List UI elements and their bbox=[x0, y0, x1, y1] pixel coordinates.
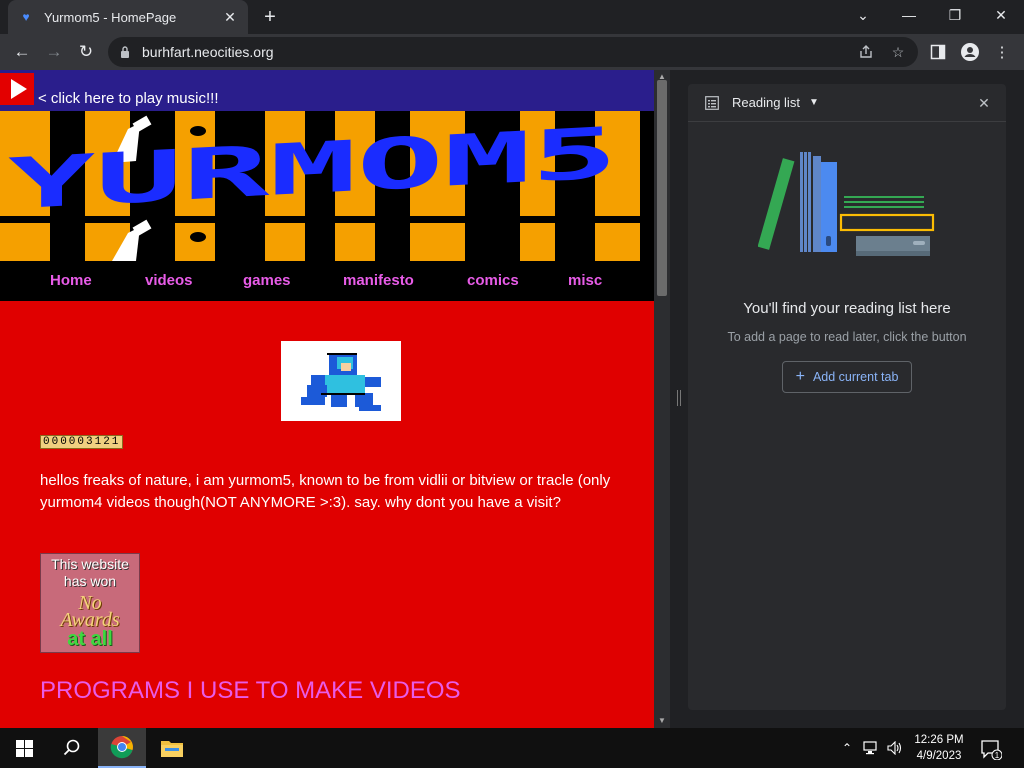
site-nav: Home videos games manifesto comics misc bbox=[0, 261, 654, 301]
taskbar-clock[interactable]: 12:26 PM 4/9/2023 bbox=[904, 732, 974, 764]
tab-title: Yurmom5 - HomePage bbox=[44, 9, 177, 25]
nav-manifesto-link[interactable]: manifesto bbox=[343, 272, 414, 289]
bookmark-star-icon[interactable]: ☆ bbox=[888, 42, 908, 62]
notification-center-icon[interactable]: 1 bbox=[978, 736, 1004, 762]
new-tab-button[interactable]: + bbox=[258, 5, 282, 29]
plus-icon: + bbox=[795, 368, 805, 385]
nav-home-link[interactable]: Home bbox=[50, 272, 92, 289]
empty-state-subtitle: To add a page to read later, click the b… bbox=[727, 330, 967, 344]
reading-list-panel: Reading list ▼ ✕ You'll find your readin… bbox=[688, 84, 1006, 710]
back-button[interactable]: ← bbox=[8, 38, 36, 66]
dropdown-caret-icon[interactable]: ▼ bbox=[808, 95, 820, 109]
notification-count: 1 bbox=[995, 751, 1000, 760]
network-icon[interactable] bbox=[862, 740, 880, 756]
clock-date: 4/9/2023 bbox=[916, 750, 962, 762]
close-window-button[interactable]: ✕ bbox=[978, 0, 1024, 30]
forward-button[interactable]: → bbox=[40, 38, 68, 66]
lock-icon[interactable] bbox=[118, 45, 132, 59]
music-bar: < click here to play music!!! bbox=[0, 70, 654, 111]
award-line-5: at all bbox=[67, 628, 113, 650]
empty-state-title: You'll find your reading list here bbox=[743, 300, 951, 317]
tab-search-chevron-icon[interactable]: ⌄ bbox=[840, 0, 886, 30]
browser-titlebar: ♥ Yurmom5 - HomePage ✕ + ⌄ — ❐ ✕ bbox=[0, 0, 1024, 34]
close-panel-icon[interactable]: ✕ bbox=[975, 94, 993, 112]
side-panel-icon[interactable] bbox=[926, 40, 950, 64]
restore-button[interactable]: ❐ bbox=[932, 0, 978, 30]
profile-icon[interactable] bbox=[958, 40, 982, 64]
side-panel-resize-handle[interactable] bbox=[670, 70, 688, 728]
url-text: burhfart.neocities.org bbox=[142, 44, 274, 60]
scroll-down-icon[interactable]: ▼ bbox=[654, 714, 670, 726]
file-explorer-icon[interactable] bbox=[148, 728, 196, 768]
clock-time: 12:26 PM bbox=[914, 734, 964, 746]
share-icon[interactable] bbox=[856, 42, 876, 62]
minimize-button[interactable]: — bbox=[886, 0, 932, 30]
tab-close-icon[interactable]: ✕ bbox=[222, 9, 238, 25]
nav-games-link[interactable]: games bbox=[243, 272, 291, 289]
menu-icon[interactable]: ⋮ bbox=[990, 40, 1014, 64]
reading-list-title[interactable]: Reading list bbox=[732, 95, 800, 110]
address-bar[interactable]: burhfart.neocities.org ☆ bbox=[108, 37, 918, 67]
nav-misc-link[interactable]: misc bbox=[568, 272, 602, 289]
windows-start-button[interactable] bbox=[0, 728, 48, 768]
resize-gripper-icon[interactable] bbox=[677, 390, 681, 406]
reading-list-icon bbox=[704, 95, 720, 111]
play-icon bbox=[10, 79, 27, 99]
page-scrollbar[interactable]: ▲ ▼ bbox=[654, 70, 670, 728]
tray-overflow-chevron-icon[interactable]: ⌃ bbox=[838, 740, 856, 756]
add-current-tab-label: Add current tab bbox=[812, 370, 899, 384]
nav-comics-link[interactable]: comics bbox=[467, 272, 519, 289]
browser-tab[interactable]: ♥ Yurmom5 - HomePage ✕ bbox=[8, 0, 248, 34]
award-line-2: has won bbox=[63, 573, 117, 589]
megaman-sprite-image bbox=[281, 341, 401, 421]
chrome-taskbar-icon[interactable] bbox=[98, 728, 146, 768]
reading-list-illustration bbox=[757, 148, 938, 260]
volume-icon[interactable] bbox=[886, 740, 904, 756]
no-awards-badge: This website has won No Awards at all bbox=[40, 553, 140, 653]
visitor-counter: 000003121 bbox=[40, 435, 124, 449]
award-line-1: This website bbox=[51, 556, 129, 572]
play-music-button[interactable] bbox=[0, 73, 34, 105]
neocities-favicon-icon: ♥ bbox=[22, 10, 30, 24]
play-music-link[interactable]: < click here to play music!!! bbox=[38, 90, 218, 107]
scrollbar-thumb[interactable] bbox=[657, 80, 667, 296]
site-banner: YURMOM5 bbox=[0, 111, 654, 261]
programs-heading: PROGRAMS I USE TO MAKE VIDEOS bbox=[40, 677, 461, 704]
reading-list-header: Reading list ▼ ✕ bbox=[688, 84, 1006, 122]
windows-taskbar: ⌃ 12:26 PM 4/9/2023 1 bbox=[0, 728, 1024, 768]
web-page: < click here to play music!!! YURMOM5 Ho… bbox=[0, 70, 654, 728]
add-current-tab-button[interactable]: + Add current tab bbox=[782, 361, 912, 393]
reload-button[interactable]: ↻ bbox=[72, 38, 100, 66]
nav-videos-link[interactable]: videos bbox=[145, 272, 193, 289]
browser-toolbar: ← → ↻ burhfart.neocities.org ☆ ⋮ bbox=[0, 34, 1024, 70]
search-icon[interactable] bbox=[48, 728, 96, 768]
intro-paragraph: hellos freaks of nature, i am yurmom5, k… bbox=[40, 472, 611, 511]
